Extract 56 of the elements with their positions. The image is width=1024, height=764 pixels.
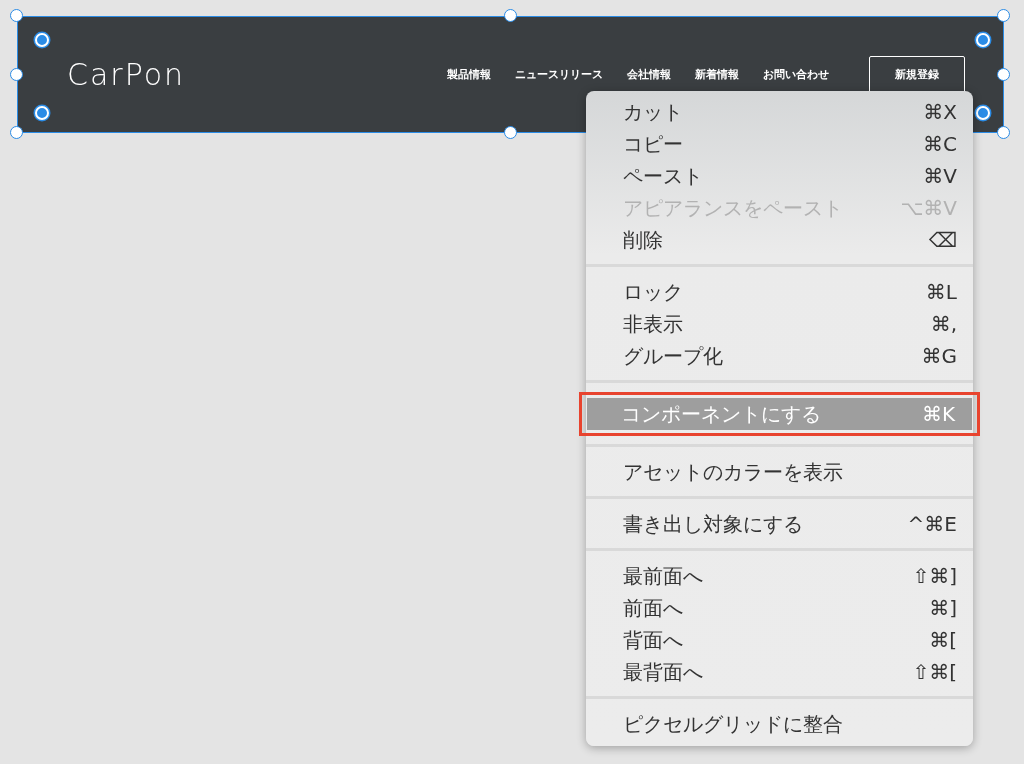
menu-item-label: ペースト [623,162,703,190]
shortcut-text: ⌘] [929,596,957,620]
menu-item[interactable]: 最前面へ ⇧⌘] [587,560,972,592]
shortcut-text: ⌘C [923,132,957,156]
shortcut-text: ⇧⌘] [912,564,957,588]
shortcut-text: ^⌘E [907,512,957,536]
menu-item-label: グループ化 [623,342,723,370]
nav-link[interactable]: お問い合わせ [763,67,829,82]
corner-radius-handle[interactable] [976,106,990,120]
menu-item-label: ロック [623,278,683,306]
menu-item-label: 前面へ [623,594,683,622]
menu-item-label: コンポーネントにする [621,400,821,428]
resize-handle[interactable] [997,9,1010,22]
menu-item-label: ピクセルグリッドに整合 [623,710,843,738]
shortcut-text: ⇧⌘[ [912,660,957,684]
shortcut-text: ⌘G [921,344,957,368]
shortcut-text: ⌘K [921,402,955,426]
menu-item-label: コピー [623,130,683,158]
corner-radius-handle[interactable] [35,33,49,47]
menu-item[interactable]: グループ化 ⌘G [587,340,972,372]
menu-item[interactable]: 前面へ ⌘] [587,592,972,624]
shortcut-text: ⌘V [923,164,957,188]
shortcut-text: ⌘X [923,100,957,124]
nav-link[interactable]: 製品情報 [447,67,491,82]
menu-item-label: 最背面へ [623,658,703,686]
menu-item[interactable]: ペースト ⌘V [587,160,972,192]
corner-radius-handle[interactable] [976,33,990,47]
nav-link[interactable]: ニュースリリース [515,67,603,82]
menu-item-label: 書き出し対象にする [623,510,803,538]
menu-item[interactable]: コピー ⌘C [587,128,972,160]
menu-item[interactable]: アセットのカラーを表示 [587,456,972,488]
menu-item-label: カット [623,98,683,126]
menu-item[interactable]: 書き出し対象にする ^⌘E [587,508,972,540]
logo: CarPon [67,57,186,92]
menu-item-label: 非表示 [623,310,683,338]
shortcut-text: ⌘[ [929,628,957,652]
nav-link[interactable]: 会社情報 [627,67,671,82]
resize-handle[interactable] [997,126,1010,139]
menu-item-label: 最前面へ [623,562,703,590]
corner-radius-handle[interactable] [35,106,49,120]
menu-item-label: 削除 [623,226,663,254]
shortcut-text: ⌘L [925,280,957,304]
nav-link[interactable]: 新着情報 [695,67,739,82]
menu-item[interactable]: 最背面へ ⇧⌘[ [587,656,972,688]
menu-item[interactable]: ロック ⌘L [587,276,972,308]
menu-item[interactable]: カット ⌘X [587,96,972,128]
menu-item[interactable]: 背面へ ⌘[ [587,624,972,656]
menu-item-label: アセットのカラーを表示 [623,458,843,486]
resize-handle[interactable] [10,9,23,22]
shortcut-text: ⌫ [928,228,957,252]
resize-handle[interactable] [10,126,23,139]
menu-item-label: 背面へ [623,626,683,654]
menu-item[interactable]: 削除 ⌫ [587,224,972,256]
shortcut-text: ⌘, [930,312,957,336]
menu-item[interactable]: ピクセルグリッドに整合 [587,708,972,740]
menu-item[interactable]: 非表示 ⌘, [587,308,972,340]
